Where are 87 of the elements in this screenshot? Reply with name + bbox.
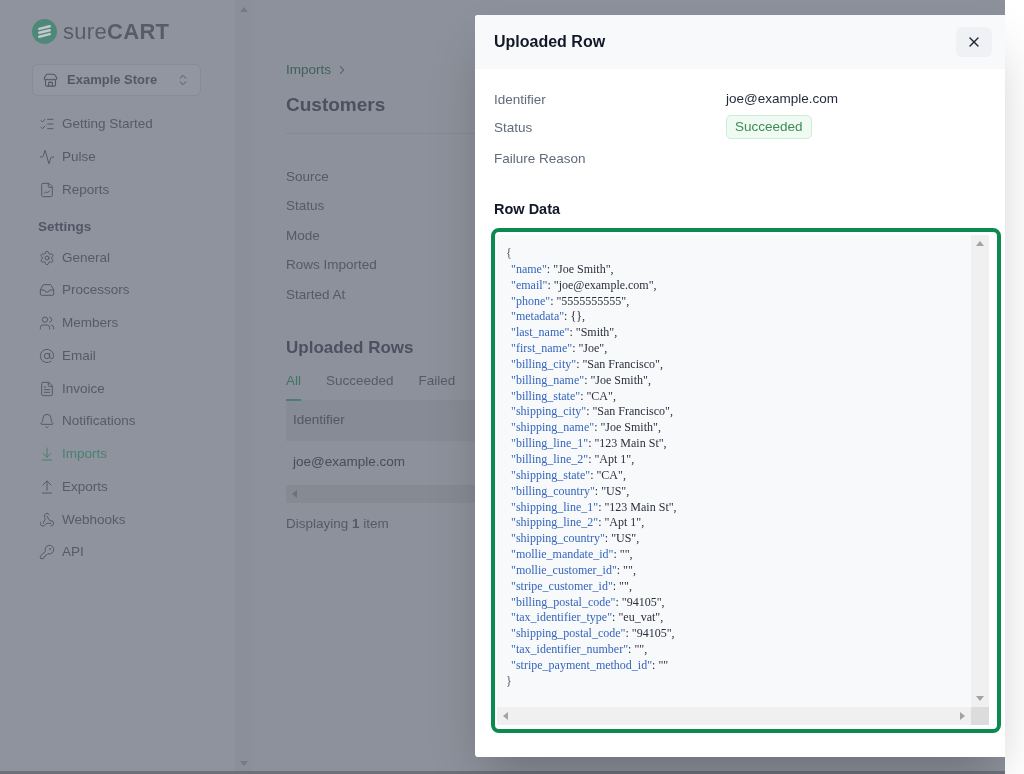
page-title: Customers	[286, 92, 386, 117]
sidebar-item[interactable]: Invoice	[32, 372, 201, 405]
breadcrumb-link[interactable]: Imports	[286, 60, 349, 80]
settings-icon	[39, 249, 55, 266]
filter-tab[interactable]: Succeeded	[326, 364, 394, 401]
code-line: "billing_line_1": "123 Main St",	[510, 436, 667, 452]
section-title: Uploaded Rows	[286, 336, 414, 359]
store-icon	[43, 72, 58, 88]
sidebar-item[interactable]: Webhooks	[32, 503, 201, 536]
detail-label: Started At	[286, 285, 346, 304]
code-line: "email": "joe@example.com",	[510, 277, 657, 294]
code-line: "shipping_line_1": "123 Main St",	[510, 499, 677, 516]
code-line: "shipping_postal_code": "94105",	[510, 626, 675, 643]
sidebar-item[interactable]: General	[32, 241, 201, 274]
sidebar-item[interactable]: Processors	[32, 274, 201, 307]
code-line: "shipping_name": "Joe Smith",	[510, 420, 661, 437]
field-value: joe@example.com	[726, 89, 838, 108]
at-sign-icon	[39, 347, 55, 364]
detail-label: Status	[286, 197, 325, 216]
code-line: "tax_identifier_number": "",	[510, 642, 648, 658]
upload-icon	[39, 478, 55, 495]
code-line: "phone": "5555555555",	[510, 293, 630, 310]
triangle-left-icon[interactable]	[503, 712, 508, 720]
detail-label: Rows Imported	[286, 256, 377, 275]
code-line: "mollie_mandate_id": "",	[510, 547, 633, 563]
code-line: "shipping_country": "US",	[510, 531, 640, 548]
code-line: "stripe_payment_method_id": ""	[510, 657, 669, 674]
field-label: Status	[494, 120, 533, 135]
detail-label: Mode	[286, 226, 320, 245]
code-line: "shipping_state": "CA",	[510, 467, 626, 484]
logo-wordmark: sureCART	[63, 19, 170, 44]
code-line: "tax_identifier_type": "eu_vat",	[510, 610, 664, 627]
tray-icon	[39, 282, 55, 299]
code-line: "metadata": {},	[510, 309, 585, 326]
chart-file-icon	[39, 181, 55, 198]
sidebar-item[interactable]: Imports	[32, 437, 201, 471]
triangle-left-icon[interactable]	[292, 489, 297, 498]
code-line: "billing_state": "CA",	[510, 388, 616, 405]
pulse-icon	[39, 149, 55, 166]
code-line: "mollie_customer_id": "",	[510, 562, 636, 579]
section-heading: Settings	[37, 218, 93, 237]
key-icon	[39, 544, 55, 561]
code-line: "first_name": "Joe",	[510, 341, 608, 357]
scrollbar-track[interactable]	[235, 0, 252, 771]
detail-label: Source	[286, 167, 329, 186]
code-line: "billing_postal_code": "94105",	[510, 594, 665, 611]
sidebar-item[interactable]: Email	[32, 339, 201, 373]
sidebar-item[interactable]: Getting Started	[32, 108, 201, 141]
sidebar-item[interactable]: API	[32, 536, 201, 569]
logo-icon	[32, 19, 57, 44]
sidebar-item[interactable]: Members	[32, 306, 201, 340]
code-brace: {	[506, 246, 512, 262]
scrollbar-track[interactable]	[286, 484, 475, 503]
code-brace: }	[506, 673, 512, 690]
status-badge: Succeeded	[726, 115, 812, 139]
code-line: "stripe_customer_id": "",	[510, 578, 632, 595]
code-line: "last_name": "Smith",	[510, 325, 618, 342]
store-selector[interactable]: Example Store	[32, 64, 201, 96]
code-line: "shipping_city": "San Francisco",	[510, 404, 673, 421]
sidebar-item[interactable]: Reports	[32, 173, 201, 207]
code-line: "billing_city": "San Francisco",	[510, 356, 663, 373]
document-icon	[39, 380, 55, 397]
field-label: Failure Reason	[494, 151, 586, 166]
section-title: Row Data	[494, 200, 561, 220]
table-cell-text: joe@example.com	[293, 453, 405, 472]
item-count-text: Displaying 1 item	[286, 515, 389, 531]
sidebar-item[interactable]: Pulse	[32, 140, 201, 174]
sidebar-item[interactable]: Notifications	[32, 405, 201, 438]
filter-tab[interactable]: Failed	[418, 364, 456, 401]
triangle-down-icon[interactable]	[976, 696, 984, 701]
close-button[interactable]	[956, 27, 992, 57]
download-icon	[39, 446, 55, 463]
code-line: "billing_country": "US",	[510, 483, 630, 500]
code-block[interactable]	[491, 228, 1001, 733]
bell-icon	[39, 413, 55, 430]
code-line: "shipping_line_2": "Apt 1",	[510, 515, 645, 532]
triangle-up-icon[interactable]	[976, 241, 984, 246]
code-line: "billing_line_2": "Apt 1",	[510, 451, 635, 468]
triangle-right-icon[interactable]	[960, 712, 965, 720]
panel-title: Uploaded Row	[494, 32, 606, 52]
sidebar-item[interactable]: Exports	[32, 470, 201, 504]
field-label: Identifier	[494, 92, 546, 107]
code-line: "billing_name": "Joe Smith",	[510, 372, 651, 389]
scrollbar-corner	[971, 707, 989, 725]
webhook-icon	[39, 511, 55, 528]
code-line: "name": "Joe Smith",	[510, 261, 614, 278]
users-icon	[39, 315, 55, 332]
